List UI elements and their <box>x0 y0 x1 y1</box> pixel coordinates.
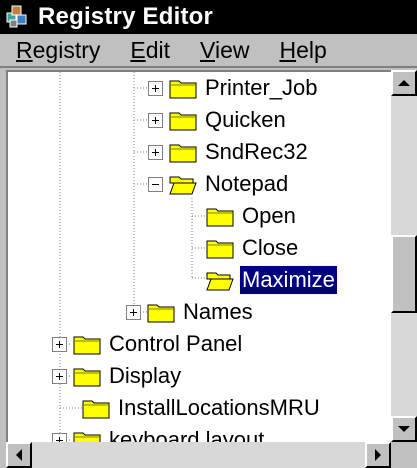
arrow-left-icon <box>16 449 22 461</box>
folder-closed-icon <box>73 432 101 442</box>
tree-node-label: InstallLocationsMRU <box>118 395 320 420</box>
menu-bar: Registry Edit View Help <box>0 34 417 68</box>
folder-closed-icon <box>206 208 234 227</box>
tree-node[interactable]: Open <box>206 200 298 232</box>
tree-node[interactable]: Close <box>206 232 300 264</box>
window-title: Registry Editor <box>38 3 214 30</box>
tree-node[interactable]: Display <box>52 360 183 392</box>
tree-node-label: Quicken <box>205 107 286 132</box>
registry-tree[interactable]: Printer_Job Quicken SndRec32 Notepad Ope… <box>6 70 391 442</box>
tree-node-label: keyboard layout <box>109 427 265 442</box>
folder-closed-icon <box>73 368 101 387</box>
expand-plus-icon[interactable] <box>126 304 141 320</box>
tree-node[interactable]: Names <box>126 296 255 328</box>
expand-plus-icon[interactable] <box>148 112 163 128</box>
tree-node-label: Display <box>109 363 182 388</box>
arrow-right-icon <box>375 449 381 461</box>
folder-closed-icon <box>169 80 197 99</box>
tree-node[interactable]: Printer_Job <box>148 72 320 104</box>
folder-closed-icon <box>82 400 110 419</box>
expand-plus-icon[interactable] <box>52 336 67 352</box>
registry-icon <box>6 5 27 28</box>
menu-view[interactable]: View <box>200 37 249 64</box>
menu-edit[interactable]: Edit <box>130 37 170 64</box>
folder-open-icon <box>169 176 197 195</box>
tree-node-label: SndRec32 <box>205 139 308 164</box>
tree-node[interactable]: keyboard layout <box>52 424 266 442</box>
folder-open-icon <box>206 272 234 291</box>
scroll-left-button[interactable] <box>6 442 32 468</box>
expand-plus-icon[interactable] <box>52 432 67 442</box>
tree-node-selected[interactable]: Maximize <box>206 264 338 296</box>
menu-help[interactable]: Help <box>279 37 326 64</box>
folder-closed-icon <box>147 304 175 323</box>
folder-closed-icon <box>169 112 197 131</box>
tree-node[interactable]: Control Panel <box>52 328 244 360</box>
expand-plus-icon[interactable] <box>148 80 163 96</box>
vertical-scrollbar[interactable] <box>391 70 417 442</box>
folder-closed-icon <box>73 336 101 355</box>
scroll-down-button[interactable] <box>391 416 417 442</box>
tree-node[interactable]: InstallLocationsMRU <box>82 392 322 424</box>
tree-node[interactable]: Quicken <box>148 104 288 136</box>
menu-registry[interactable]: Registry <box>16 37 100 64</box>
arrow-up-icon <box>398 80 410 86</box>
horizontal-scrollbar[interactable] <box>6 442 391 468</box>
tree-node-label: Close <box>242 235 299 260</box>
folder-closed-icon <box>206 240 234 259</box>
folder-closed-icon <box>169 144 197 163</box>
scroll-right-button[interactable] <box>365 442 391 468</box>
expand-plus-icon[interactable] <box>148 144 163 160</box>
tree-node-label: Control Panel <box>109 331 243 356</box>
vertical-scroll-thumb[interactable] <box>391 235 417 313</box>
scroll-up-button[interactable] <box>391 70 417 96</box>
tree-node-label: Printer_Job <box>205 75 318 100</box>
tree-node-label: Notepad <box>205 171 289 196</box>
scrollbar-corner <box>391 442 417 468</box>
tree-node[interactable]: SndRec32 <box>148 136 310 168</box>
tree-node[interactable]: Notepad <box>148 168 290 200</box>
arrow-down-icon <box>398 426 410 432</box>
tree-node-label: Names <box>183 299 253 324</box>
tree-node-label: Maximize <box>239 265 338 295</box>
title-bar[interactable]: Registry Editor <box>0 0 417 34</box>
collapse-minus-icon[interactable] <box>148 176 163 192</box>
tree-node-label: Open <box>242 203 296 228</box>
expand-plus-icon[interactable] <box>52 368 67 384</box>
